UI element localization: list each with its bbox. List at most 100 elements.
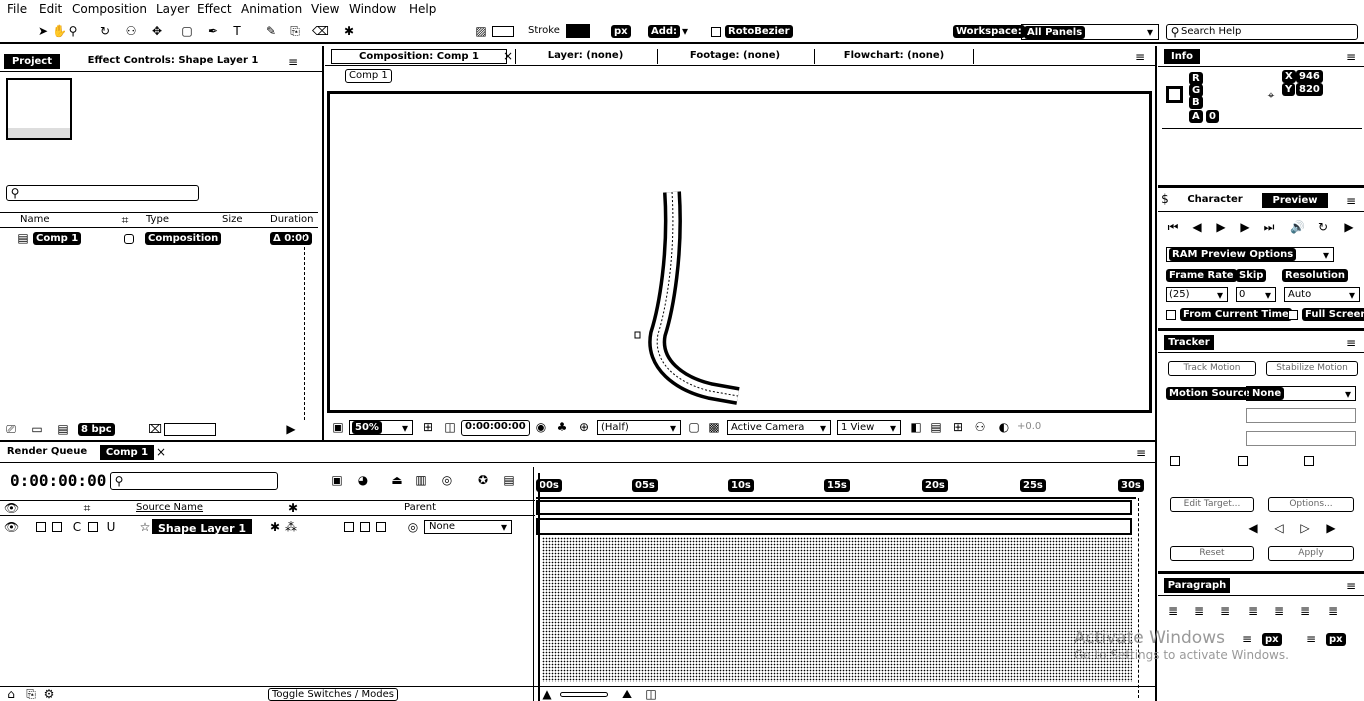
panel-menu-icon[interactable]: ≡ bbox=[1344, 579, 1358, 593]
zoom-out-icon[interactable]: ▲ bbox=[540, 687, 554, 701]
zoom-slider[interactable] bbox=[560, 692, 608, 697]
panel-menu-icon[interactable]: ≡ bbox=[1134, 446, 1148, 460]
label-icon[interactable]: ⌗ bbox=[118, 213, 132, 227]
workspace-select[interactable]: All Panels ▾ bbox=[1021, 24, 1159, 40]
shape-layer-path[interactable] bbox=[330, 94, 1149, 410]
rotation-checkbox[interactable] bbox=[1238, 456, 1248, 466]
column-source-name[interactable]: Source Name bbox=[136, 502, 203, 513]
menu-composition[interactable]: Composition bbox=[72, 2, 147, 16]
menu-animation[interactable]: Animation bbox=[241, 2, 302, 16]
draft-3d-icon[interactable]: ◕ bbox=[356, 473, 370, 487]
analyze-back-frame-icon[interactable]: ◁ bbox=[1272, 521, 1286, 535]
tab-effect-controls[interactable]: Effect Controls: Shape Layer 1 bbox=[62, 54, 284, 69]
new-composition-icon[interactable]: ▤ bbox=[56, 422, 70, 436]
tab-layer[interactable]: Layer: (none) bbox=[515, 49, 655, 64]
transparency-grid-icon[interactable]: ▩ bbox=[707, 420, 721, 434]
menu-view[interactable]: View bbox=[311, 2, 339, 16]
last-frame-icon[interactable]: ⏭ bbox=[1262, 220, 1276, 234]
align-center-icon[interactable]: ≣ bbox=[1192, 604, 1206, 618]
align-right-icon[interactable]: ≣ bbox=[1218, 604, 1232, 618]
tab-info[interactable]: Info bbox=[1164, 49, 1200, 64]
column-size[interactable]: Size bbox=[222, 214, 243, 225]
menu-layer[interactable]: Layer bbox=[156, 2, 189, 16]
layer-duration-bar[interactable] bbox=[536, 518, 1132, 535]
justify-center-icon[interactable]: ≣ bbox=[1272, 604, 1286, 618]
flowchart-icon[interactable]: ⚇ bbox=[973, 420, 987, 434]
from-current-checkbox[interactable] bbox=[1166, 310, 1176, 320]
close-icon[interactable]: × bbox=[501, 49, 515, 63]
options-button[interactable]: Options... bbox=[1268, 497, 1354, 512]
tab-composition[interactable]: Composition: Comp 1 bbox=[331, 49, 507, 64]
panel-menu-icon[interactable]: ≡ bbox=[286, 55, 300, 69]
region-of-interest-icon[interactable]: ▢ bbox=[687, 420, 701, 434]
loop-icon[interactable]: ↻ bbox=[1316, 220, 1330, 234]
label-icon[interactable]: ⌗ bbox=[80, 501, 94, 515]
add-label[interactable]: Add: bbox=[648, 25, 681, 38]
ram-preview-icon[interactable]: ▶ bbox=[1342, 220, 1356, 234]
timecode-field[interactable]: 0:00:00:00 bbox=[461, 420, 530, 436]
track-motion-button[interactable]: Track Motion bbox=[1168, 361, 1256, 376]
tab-tracker[interactable]: Tracker bbox=[1164, 335, 1214, 350]
trkmat-checkbox[interactable] bbox=[360, 522, 370, 532]
scroll-right-icon[interactable]: ▶ bbox=[284, 422, 298, 436]
pickwhip-icon[interactable]: ◎ bbox=[406, 520, 420, 534]
effect-switch-icon[interactable]: ⁂ bbox=[284, 520, 298, 534]
column-type[interactable]: Type bbox=[146, 214, 169, 225]
justify-left-icon[interactable]: ≣ bbox=[1246, 604, 1260, 618]
comp-breadcrumb[interactable]: Comp 1 bbox=[345, 69, 392, 83]
justify-right-icon[interactable]: ≣ bbox=[1298, 604, 1312, 618]
justify-all-icon[interactable]: ≣ bbox=[1326, 604, 1340, 618]
tab-character[interactable]: Character bbox=[1172, 193, 1258, 208]
skip-select[interactable]: 0 ▾ bbox=[1236, 287, 1276, 302]
frame-rate-select[interactable]: (25) ▾ bbox=[1166, 287, 1228, 302]
label-color-icon[interactable]: C bbox=[70, 520, 84, 534]
puppet-pin-tool-icon[interactable]: ✱ bbox=[342, 24, 356, 38]
project-search-input[interactable]: ⚲ bbox=[6, 185, 199, 201]
composition-canvas[interactable] bbox=[327, 91, 1152, 413]
hand-tool-icon[interactable]: ✋ bbox=[52, 24, 67, 38]
menu-effect[interactable]: Effect bbox=[197, 2, 232, 16]
tab-project[interactable]: Project bbox=[4, 54, 60, 69]
stroke-swatch[interactable] bbox=[566, 24, 590, 38]
layer-name[interactable]: Shape Layer 1 bbox=[151, 518, 253, 535]
audio-icon[interactable]: 🔊 bbox=[1290, 220, 1305, 234]
panel-menu-icon[interactable]: ≡ bbox=[1344, 50, 1358, 64]
full-screen-checkbox[interactable] bbox=[1288, 310, 1298, 320]
edit-target-button[interactable]: Edit Target... bbox=[1170, 497, 1254, 512]
divider-right[interactable] bbox=[1155, 46, 1157, 701]
always-preview-icon[interactable]: ▣ bbox=[331, 420, 345, 434]
mode-checkbox[interactable] bbox=[344, 522, 354, 532]
exposure-icon[interactable]: ◐ bbox=[997, 420, 1011, 434]
analyze-forward-icon[interactable]: ▶ bbox=[1324, 521, 1338, 535]
work-area-bar[interactable] bbox=[536, 500, 1132, 515]
trash-icon[interactable]: ⌧ bbox=[148, 422, 162, 436]
frame-blending-icon[interactable]: ▥ bbox=[414, 473, 428, 487]
camera-tool-icon[interactable]: ⚇ bbox=[124, 24, 138, 38]
tab-preview[interactable]: Preview bbox=[1262, 193, 1328, 208]
zoom-select[interactable]: 50% ▾ bbox=[349, 420, 413, 435]
play-icon[interactable]: ▶ bbox=[1214, 220, 1228, 234]
tab-paragraph[interactable]: Paragraph bbox=[1164, 578, 1230, 593]
tab-footage[interactable]: Footage: (none) bbox=[657, 49, 812, 64]
in-out-icon[interactable]: ⎘ bbox=[24, 687, 38, 701]
project-row[interactable]: ▤ Comp 1 Composition Δ 0:00 bbox=[0, 231, 318, 247]
parent-select[interactable]: None ▾ bbox=[424, 520, 512, 534]
channel-icon[interactable]: ♣ bbox=[555, 420, 569, 434]
menu-help[interactable]: Help bbox=[409, 2, 436, 16]
hide-shy-icon[interactable]: ⏏ bbox=[390, 473, 404, 487]
first-frame-icon[interactable]: ⏮ bbox=[1166, 220, 1180, 234]
menu-edit[interactable]: Edit bbox=[39, 2, 62, 16]
pan-behind-tool-icon[interactable]: ✥ bbox=[150, 24, 164, 38]
tab-flowchart[interactable]: Flowchart: (none) bbox=[814, 49, 974, 64]
tab-comp1[interactable]: Comp 1 bbox=[100, 445, 154, 460]
exposure-value[interactable]: +0.0 bbox=[1017, 421, 1041, 432]
comp-mini-flowchart-icon[interactable]: ▣ bbox=[330, 473, 344, 487]
panel-chevron-icon[interactable]: $ bbox=[1158, 192, 1172, 206]
previous-frame-icon[interactable]: ◀ bbox=[1190, 220, 1204, 234]
brush-tool-icon[interactable]: ✎ bbox=[264, 24, 278, 38]
rectangle-tool-icon[interactable]: ▢ bbox=[180, 24, 194, 38]
column-duration[interactable]: Duration bbox=[270, 214, 313, 225]
panel-menu-icon[interactable]: ≡ bbox=[1344, 336, 1358, 350]
toggle-pixel-icon[interactable]: ◧ bbox=[909, 420, 923, 434]
camera-select[interactable]: Active Camera ▾ bbox=[727, 420, 831, 435]
